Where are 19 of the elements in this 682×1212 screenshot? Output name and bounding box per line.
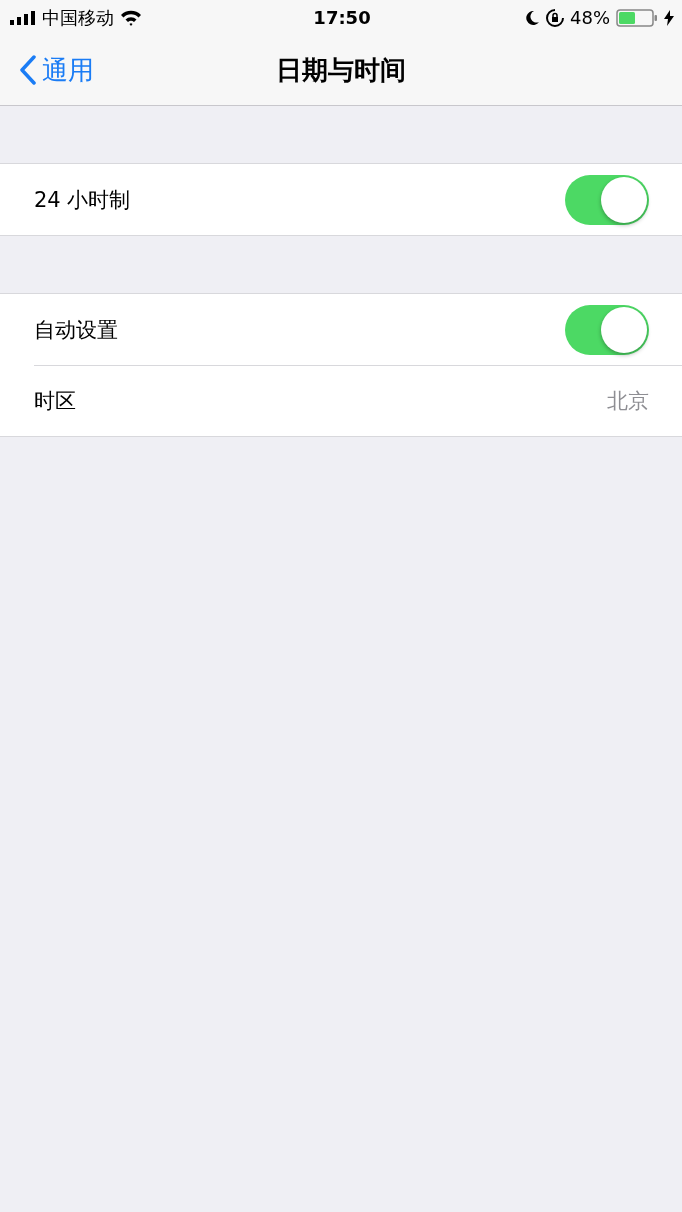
page-title: 日期与时间 (276, 54, 406, 85)
timezone-row[interactable]: 时区 北京 (0, 365, 682, 436)
rotation-lock-icon (546, 8, 564, 27)
setting-value: 北京 (607, 387, 649, 415)
moon-icon (526, 9, 540, 26)
wifi-icon (120, 9, 142, 26)
setting-label: 时区 (34, 387, 76, 415)
toggle-switch[interactable] (565, 174, 649, 225)
toggle-switch[interactable] (565, 304, 649, 355)
clock-time: 17:50 (313, 7, 371, 28)
carrier-name: 中国移动 (42, 5, 114, 30)
setting-label: 24 小时制 (34, 186, 131, 214)
battery-percent: 48% (570, 7, 610, 28)
battery-icon (616, 8, 658, 27)
back-button[interactable]: 通用 (0, 52, 94, 88)
signal-icon (10, 10, 36, 25)
setting-label: 自动设置 (34, 316, 118, 344)
back-chevron-icon (20, 55, 36, 85)
charging-bolt-icon (664, 9, 674, 26)
